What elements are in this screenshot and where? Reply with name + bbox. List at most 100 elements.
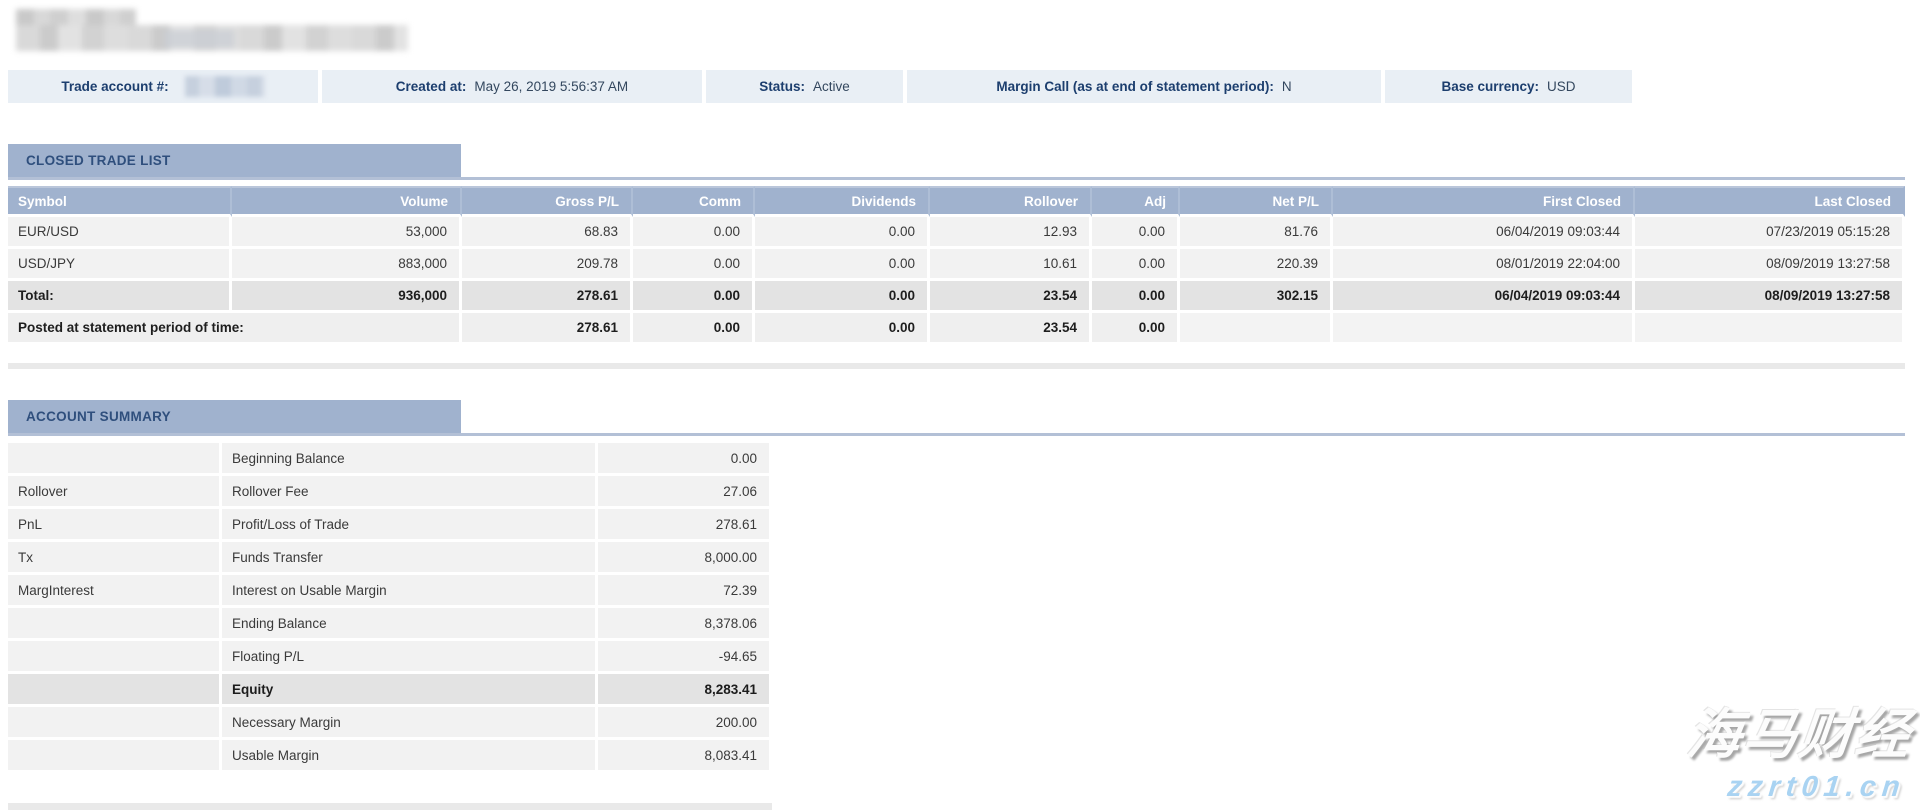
account-summary-header: ACCOUNT SUMMARY [8, 400, 461, 433]
total-rollover: 23.54 [930, 281, 1092, 313]
trade-account-label: Trade account #: [61, 79, 168, 94]
cell-volume: 883,000 [232, 249, 462, 281]
summary-label: Ending Balance [222, 608, 598, 641]
summary-code: PnL [8, 509, 222, 542]
table-row-eurusd: EUR/USD 53,000 68.83 0.00 0.00 12.93 0.0… [8, 217, 1905, 249]
summary-value: 8,083.41 [598, 740, 772, 773]
total-dividends: 0.00 [755, 281, 930, 313]
cell-comm: 0.00 [633, 217, 755, 249]
cell-net-pl: 220.39 [1180, 249, 1333, 281]
info-margin-call: Margin Call (as at end of statement peri… [907, 70, 1381, 103]
account-summary-table: Beginning Balance 0.00 Rollover Rollover… [8, 443, 772, 773]
created-at-label: Created at: [396, 79, 467, 94]
summary-label: Equity [222, 674, 598, 707]
cell-last-closed: 08/09/2019 13:27:58 [1635, 249, 1905, 281]
cell-last-closed: 07/23/2019 05:15:28 [1635, 217, 1905, 249]
cell-dividends: 0.00 [755, 217, 930, 249]
info-base-currency: Base currency: USD [1385, 70, 1632, 103]
summary-row: Rollover Rollover Fee 27.06 [8, 476, 772, 509]
total-volume: 936,000 [232, 281, 462, 313]
summary-label: Rollover Fee [222, 476, 598, 509]
status-label: Status: [759, 79, 805, 94]
summary-code [8, 608, 222, 641]
summary-label: Usable Margin [222, 740, 598, 773]
posted-label: Posted at statement period of time: [8, 313, 462, 345]
total-comm: 0.00 [633, 281, 755, 313]
cell-comm: 0.00 [633, 249, 755, 281]
posted-last-closed [1635, 313, 1905, 345]
col-gross-pl: Gross P/L [462, 186, 633, 217]
total-last-closed: 08/09/2019 13:27:58 [1635, 281, 1905, 313]
col-volume: Volume [232, 186, 462, 217]
summary-label: Profit/Loss of Trade [222, 509, 598, 542]
info-status: Status: Active [706, 70, 903, 103]
watermark-url-text: zzrt01.cn [1680, 771, 1907, 804]
summary-value: 278.61 [598, 509, 772, 542]
cell-rollover: 10.61 [930, 249, 1092, 281]
col-symbol: Symbol [8, 186, 232, 217]
total-net-pl: 302.15 [1180, 281, 1333, 313]
trade-table-bottom-border [8, 363, 1905, 369]
summary-row: PnL Profit/Loss of Trade 278.61 [8, 509, 772, 542]
redacted-account-number [185, 76, 265, 97]
summary-label: Necessary Margin [222, 707, 598, 740]
table-row-total: Total: 936,000 278.61 0.00 0.00 23.54 0.… [8, 281, 1905, 313]
summary-code: MargInterest [8, 575, 222, 608]
info-trade-account: Trade account #: [8, 70, 318, 103]
summary-code: Tx [8, 542, 222, 575]
summary-row: Tx Funds Transfer 8,000.00 [8, 542, 772, 575]
info-created-at: Created at: May 26, 2019 5:56:37 AM [322, 70, 702, 103]
col-comm: Comm [633, 186, 755, 217]
summary-row: Floating P/L -94.65 [8, 641, 772, 674]
cell-symbol: USD/JPY [8, 249, 232, 281]
table-row-posted: Posted at statement period of time: 278.… [8, 313, 1905, 345]
posted-net-pl [1180, 313, 1333, 345]
created-at-value: May 26, 2019 5:56:37 AM [474, 79, 628, 94]
cell-first-closed: 06/04/2019 09:03:44 [1333, 217, 1635, 249]
summary-value: 72.39 [598, 575, 772, 608]
summary-table-cutoff-row [8, 803, 772, 810]
summary-label: Floating P/L [222, 641, 598, 674]
posted-rollover: 23.54 [930, 313, 1092, 345]
summary-row: Necessary Margin 200.00 [8, 707, 772, 740]
account-info-bar: Trade account #: Created at: May 26, 201… [8, 70, 1636, 103]
summary-code [8, 674, 222, 707]
base-currency-label: Base currency: [1441, 79, 1539, 94]
summary-code [8, 443, 222, 476]
summary-value: 200.00 [598, 707, 772, 740]
cell-gross-pl: 209.78 [462, 249, 633, 281]
total-first-closed: 06/04/2019 09:03:44 [1333, 281, 1635, 313]
col-adj: Adj [1092, 186, 1180, 217]
total-gross-pl: 278.61 [462, 281, 633, 313]
total-adj: 0.00 [1092, 281, 1180, 313]
summary-value: 27.06 [598, 476, 772, 509]
posted-gross-pl: 278.61 [462, 313, 633, 345]
cell-gross-pl: 68.83 [462, 217, 633, 249]
cell-adj: 0.00 [1092, 249, 1180, 281]
total-label: Total: [8, 281, 232, 313]
summary-code [8, 641, 222, 674]
statement-page: Trade account #: Created at: May 26, 201… [0, 0, 1920, 810]
watermark: 海马财经 zzrt01.cn [1680, 690, 1916, 804]
cell-dividends: 0.00 [755, 249, 930, 281]
section-divider [8, 433, 1905, 436]
summary-row-equity: Equity 8,283.41 [8, 674, 772, 707]
cell-volume: 53,000 [232, 217, 462, 249]
summary-code [8, 740, 222, 773]
summary-value: 0.00 [598, 443, 772, 476]
cell-symbol: EUR/USD [8, 217, 232, 249]
summary-row: Usable Margin 8,083.41 [8, 740, 772, 773]
posted-first-closed [1333, 313, 1635, 345]
summary-value: 8,378.06 [598, 608, 772, 641]
summary-label: Interest on Usable Margin [222, 575, 598, 608]
summary-label: Funds Transfer [222, 542, 598, 575]
section-divider [8, 177, 1905, 180]
margin-call-value: N [1282, 79, 1292, 94]
summary-value: 8,000.00 [598, 542, 772, 575]
summary-code: Rollover [8, 476, 222, 509]
trade-table-header-row: Symbol Volume Gross P/L Comm Dividends R… [8, 186, 1905, 217]
col-rollover: Rollover [930, 186, 1092, 217]
watermark-brand-text: 海马财经 [1684, 690, 1916, 769]
posted-comm: 0.00 [633, 313, 755, 345]
summary-row: MargInterest Interest on Usable Margin 7… [8, 575, 772, 608]
